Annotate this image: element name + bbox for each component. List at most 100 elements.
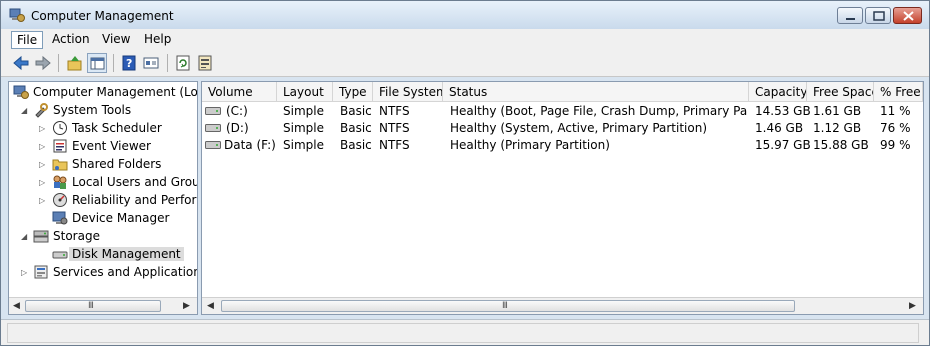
- scroll-right-icon[interactable]: ▶: [909, 301, 916, 311]
- maximize-button[interactable]: [865, 7, 891, 24]
- menu-action[interactable]: Action: [47, 31, 95, 47]
- tree-item-reliability-and-performance[interactable]: ▷ Reliability and Performa: [9, 191, 197, 209]
- tools-icon: [35, 103, 48, 118]
- column-header-file-system[interactable]: File System: [373, 82, 443, 102]
- expand-icon[interactable]: ▷: [39, 142, 45, 151]
- drive-icon: [205, 107, 221, 115]
- column-header-layout[interactable]: Layout: [277, 82, 333, 102]
- tree-item-storage[interactable]: ◢ Storage: [9, 227, 197, 245]
- tree-item-shared-folders[interactable]: ▷ Shared Folders: [9, 155, 197, 173]
- cell-capacity: 15.97 GB: [755, 138, 811, 152]
- menu-help[interactable]: Help: [139, 31, 176, 47]
- help-icon: ?: [122, 55, 136, 71]
- column-header-capacity[interactable]: Capacity: [749, 82, 807, 102]
- tree-item-label: Local Users and Groups: [72, 175, 197, 189]
- cell-percent-free: 76 %: [880, 121, 911, 135]
- device-manager-icon: [52, 211, 68, 225]
- cell-status: Healthy (System, Active, Primary Partiti…: [450, 121, 708, 135]
- tree-item-computer-management[interactable]: Computer Management (Local: [9, 83, 197, 101]
- tree-item-task-scheduler[interactable]: ▷ Task Scheduler: [9, 119, 197, 137]
- scroll-right-icon[interactable]: ▶: [183, 301, 190, 311]
- volume-row[interactable]: (D:) Simple Basic NTFS Healthy (System, …: [202, 120, 923, 137]
- cell-volume: (C:): [226, 104, 248, 118]
- tree-item-disk-management[interactable]: Disk Management: [9, 245, 197, 263]
- cell-type: Basic: [340, 138, 372, 152]
- column-header-type[interactable]: Type: [333, 82, 373, 102]
- toolbar-separator: [167, 54, 168, 72]
- forward-button[interactable]: [33, 53, 53, 73]
- tree-item-device-manager[interactable]: Device Manager: [9, 209, 197, 227]
- storage-icon: [33, 230, 49, 243]
- tree-item-system-tools[interactable]: ◢ System Tools: [9, 101, 197, 119]
- back-button[interactable]: [11, 53, 31, 73]
- cell-volume: (D:): [226, 121, 249, 135]
- scroll-thumb[interactable]: III: [221, 300, 795, 312]
- tree-item-local-users-and-groups[interactable]: ▷ Local Users and Groups: [9, 173, 197, 191]
- export-icon: [198, 55, 212, 71]
- minimize-button[interactable]: [837, 7, 863, 24]
- cell-status: Healthy (Boot, Page File, Crash Dump, Pr…: [450, 104, 748, 118]
- expand-icon[interactable]: ▷: [39, 124, 45, 133]
- up-folder-button[interactable]: [65, 53, 85, 73]
- expand-icon[interactable]: ▷: [39, 196, 45, 205]
- expand-icon[interactable]: ▷: [21, 268, 27, 277]
- cell-file-system: NTFS: [379, 138, 410, 152]
- list-horizontal-scrollbar[interactable]: ◀ III ▶: [202, 297, 923, 314]
- refresh-button[interactable]: [173, 53, 193, 73]
- tree-item-label: Device Manager: [72, 211, 170, 225]
- performance-icon: [53, 193, 67, 207]
- export-button[interactable]: [195, 53, 215, 73]
- expand-icon[interactable]: ▷: [39, 160, 45, 169]
- close-button[interactable]: [893, 7, 922, 24]
- cell-type: Basic: [340, 121, 372, 135]
- toolbar: ?: [1, 49, 929, 77]
- back-icon: [13, 55, 29, 71]
- scroll-left-icon[interactable]: ◀: [13, 301, 20, 311]
- column-header-row: Volume Layout Type File System Status Ca…: [202, 82, 923, 102]
- refresh-icon: [176, 55, 190, 71]
- toolbar-separator: [58, 54, 59, 72]
- menu-file[interactable]: File: [11, 31, 44, 49]
- expand-icon[interactable]: ▷: [39, 178, 45, 187]
- scroll-thumb[interactable]: III: [25, 300, 161, 312]
- cell-status: Healthy (Primary Partition): [450, 138, 610, 152]
- menu-bar: File Action View Help: [1, 29, 929, 49]
- volume-row[interactable]: Data (F:) Simple Basic NTFS Healthy (Pri…: [202, 137, 923, 154]
- collapse-icon[interactable]: ◢: [21, 106, 27, 115]
- column-header-free-space[interactable]: Free Space: [807, 82, 874, 102]
- volume-row[interactable]: (C:) Simple Basic NTFS Healthy (Boot, Pa…: [202, 103, 923, 120]
- computer-management-icon: [13, 85, 29, 99]
- column-header-volume[interactable]: Volume: [202, 82, 277, 102]
- services-icon: [34, 265, 48, 279]
- up-folder-icon: [67, 56, 82, 71]
- tree-item-label: Storage: [53, 229, 100, 243]
- tree-item-label: Task Scheduler: [72, 121, 162, 135]
- properties-button[interactable]: [141, 53, 161, 73]
- tree-item-label: Reliability and Performa: [72, 193, 197, 207]
- tree-item-label: Services and Applications: [53, 265, 198, 279]
- forward-icon: [35, 55, 51, 71]
- tree-item-event-viewer[interactable]: ▷ Event Viewer: [9, 137, 197, 155]
- title-bar[interactable]: Computer Management: [1, 1, 929, 29]
- cell-percent-free: 99 %: [880, 138, 911, 152]
- tree-item-label: System Tools: [53, 103, 132, 117]
- tree-horizontal-scrollbar[interactable]: ◀ III ▶: [9, 297, 197, 314]
- volume-list[interactable]: Volume Layout Type File System Status Ca…: [201, 81, 924, 315]
- column-header-percent-free[interactable]: % Free: [874, 82, 923, 102]
- collapse-icon[interactable]: ◢: [21, 232, 27, 241]
- cell-capacity: 14.53 GB: [755, 104, 811, 118]
- column-header-status[interactable]: Status: [443, 82, 749, 102]
- navigation-tree[interactable]: Computer Management (Local ◢ System Tool…: [8, 81, 198, 315]
- toolbar-separator: [113, 54, 114, 72]
- tree-item-label: Computer Management (Local: [33, 85, 198, 99]
- show-tree-button[interactable]: [87, 53, 107, 73]
- cell-layout: Simple: [283, 104, 324, 118]
- scroll-left-icon[interactable]: ◀: [207, 301, 214, 311]
- cell-type: Basic: [340, 104, 372, 118]
- cell-volume: Data (F:): [224, 138, 276, 152]
- cell-capacity: 1.46 GB: [755, 121, 804, 135]
- menu-view[interactable]: View: [97, 31, 135, 47]
- tree-item-label: Disk Management: [69, 247, 184, 261]
- help-button[interactable]: ?: [119, 53, 139, 73]
- tree-item-services-and-applications[interactable]: ▷ Services and Applications: [9, 263, 197, 281]
